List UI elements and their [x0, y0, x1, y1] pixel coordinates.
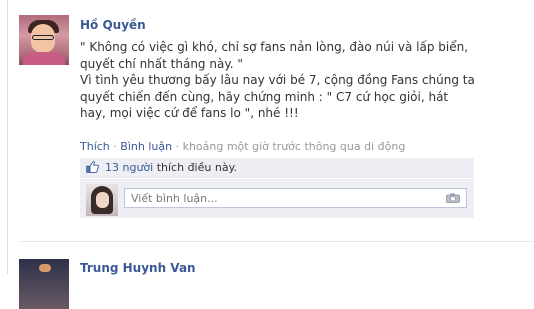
camera-icon[interactable] — [446, 193, 460, 203]
comment-link[interactable]: Bình luận — [120, 140, 172, 153]
comment-input[interactable]: Viết bình luận... — [124, 188, 467, 208]
author-avatar[interactable] — [19, 259, 69, 309]
likes-count-link[interactable]: 13 người — [105, 161, 153, 174]
comment-placeholder: Viết bình luận... — [131, 192, 218, 205]
like-link[interactable]: Thích — [80, 140, 110, 153]
separator: · — [113, 140, 117, 153]
post-message: " Không có việc gì khó, chỉ sợ fans nản … — [80, 39, 475, 122]
post-message-line: Vì tình yêu thương bấy lâu nay với bé 7,… — [80, 73, 475, 120]
post-actions: Thích · Bình luận · khoảng một giờ trước… — [80, 140, 405, 153]
feed-left-border — [7, 0, 8, 274]
post-timestamp[interactable]: khoảng một giờ trước thông qua di động — [183, 140, 406, 153]
author-avatar[interactable] — [19, 15, 69, 65]
post-message-line: " Không có việc gì khó, chỉ sợ fans nản … — [80, 40, 469, 71]
likes-summary: 13 người thích điều này. — [80, 158, 474, 178]
post-author-name[interactable]: Hồ Quyền — [80, 18, 146, 32]
likes-suffix: thích điều này. — [156, 161, 238, 174]
comment-composer: Viết bình luận... — [80, 179, 474, 218]
viewer-avatar — [86, 184, 118, 216]
post-author-name[interactable]: Trung Huynh Van — [80, 261, 196, 275]
separator: · — [175, 140, 180, 153]
news-feed: Hồ Quyền " Không có việc gì khó, chỉ sợ … — [7, 0, 534, 309]
thumbs-up-icon — [86, 161, 99, 173]
post-divider — [19, 241, 534, 242]
